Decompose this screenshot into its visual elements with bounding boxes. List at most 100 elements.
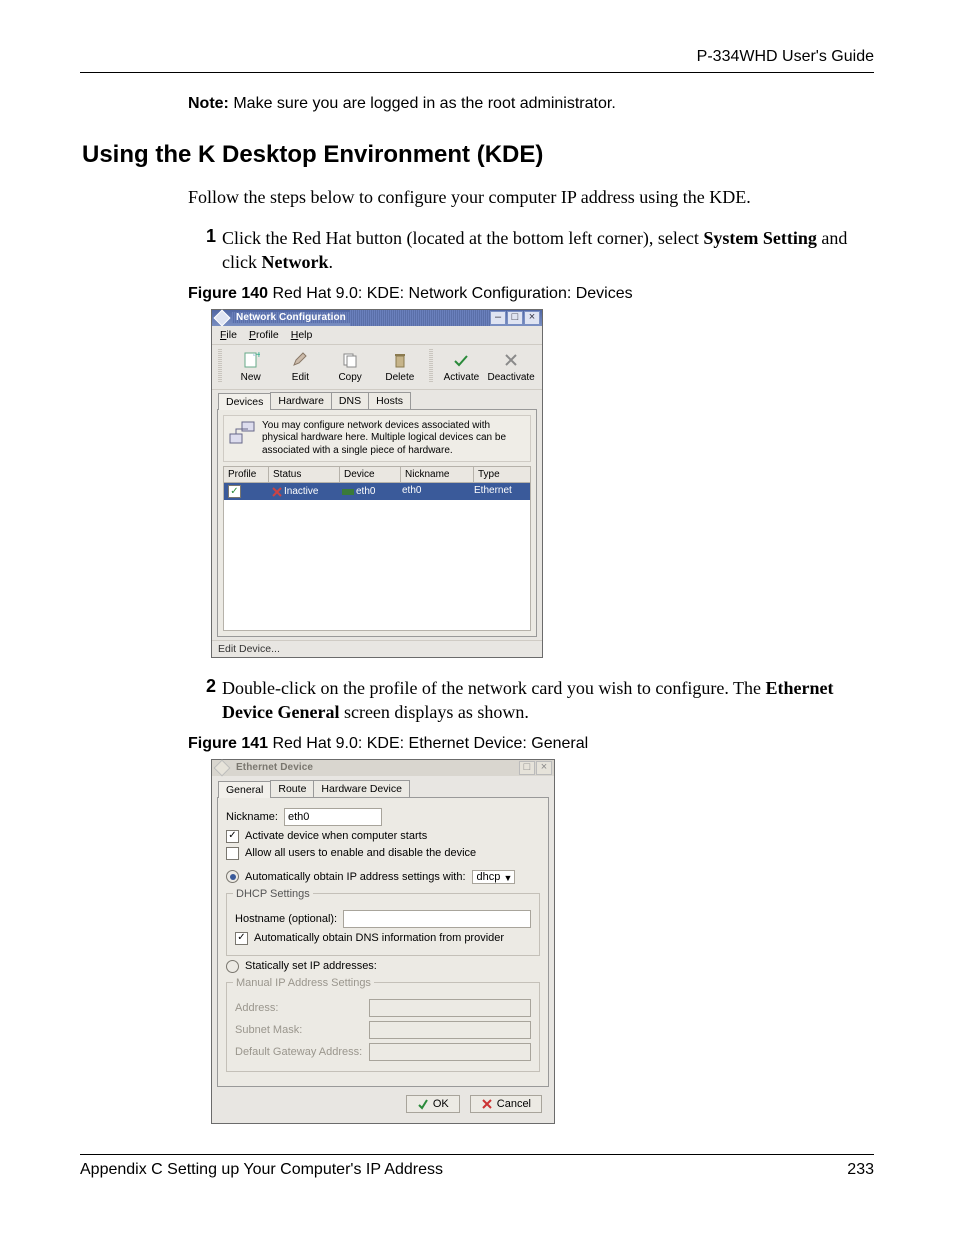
ok-check-icon (417, 1098, 429, 1110)
table-empty-area[interactable] (224, 500, 530, 630)
col-nickname[interactable]: Nickname (401, 467, 474, 482)
static-ip-radio[interactable] (226, 960, 239, 973)
toolbar-new[interactable]: + New (226, 349, 276, 383)
toolbar-edit[interactable]: Edit (276, 349, 326, 383)
step-bold: System Setting (703, 228, 817, 248)
toolbar-deactivate[interactable]: Deactivate (486, 349, 536, 383)
gateway-label: Default Gateway Address: (235, 1046, 363, 1058)
hostname-label: Hostname (optional): (235, 913, 337, 925)
menu-help[interactable]: Help (291, 329, 313, 341)
figure-caption: Figure 140 Red Hat 9.0: KDE: Network Con… (188, 285, 874, 303)
tab-hosts[interactable]: Hosts (368, 392, 411, 409)
step-body: Click the Red Hat button (located at the… (222, 226, 874, 275)
toolbar-delete[interactable]: Delete (375, 349, 425, 383)
activate-on-boot-label: Activate device when computer starts (245, 830, 427, 842)
page-number: 233 (847, 1161, 874, 1179)
dhcp-settings-legend: DHCP Settings (233, 888, 313, 900)
allow-all-users-label: Allow all users to enable and disable th… (245, 847, 476, 859)
minimize-button[interactable]: – (490, 311, 506, 325)
col-status[interactable]: Status (269, 467, 340, 482)
tab-dns[interactable]: DNS (331, 392, 369, 409)
menubar: File Profile Help (212, 326, 542, 345)
auto-ip-radio[interactable] (226, 870, 239, 883)
address-input (369, 999, 531, 1017)
cell-status: Inactive (284, 486, 318, 497)
static-ip-label: Statically set IP addresses: (245, 960, 377, 972)
figure-caption: Figure 141 Red Hat 9.0: KDE: Ethernet De… (188, 735, 874, 753)
dhcp-dropdown-value: dhcp (477, 871, 501, 883)
devices-table[interactable]: Profile Status Device Nickname Type ✓ In… (223, 466, 531, 631)
footer-left: Appendix C Setting up Your Computer's IP… (80, 1161, 443, 1179)
info-box: You may configure network devices associ… (223, 415, 531, 463)
tab-panel-general: Nickname: ✓ Activate device when compute… (217, 797, 549, 1087)
profile-checkbox-icon[interactable]: ✓ (228, 485, 241, 498)
cell-device: eth0 (356, 486, 375, 497)
copy-icon (325, 349, 375, 371)
delete-icon (375, 349, 425, 371)
hostname-input[interactable] (343, 910, 531, 928)
manual-ip-group: Manual IP Address Settings Address: Subn… (226, 977, 540, 1072)
col-type[interactable]: Type (474, 467, 530, 482)
lead-paragraph: Follow the steps below to configure your… (188, 187, 874, 208)
nic-icon (342, 487, 354, 497)
address-label: Address: (235, 1002, 363, 1014)
network-devices-icon (228, 420, 256, 448)
menu-file[interactable]: File (220, 329, 237, 341)
tab-devices[interactable]: Devices (218, 393, 271, 410)
cancel-button[interactable]: Cancel (470, 1095, 542, 1113)
step-body: Double-click on the profile of the netwo… (222, 676, 874, 725)
header-rule (80, 72, 874, 73)
tab-general[interactable]: General (218, 781, 271, 798)
titlebar[interactable]: Network Configuration – □ × (212, 310, 542, 326)
step-number: 1 (188, 226, 216, 275)
step-text: screen displays as shown. (339, 702, 528, 722)
table-header: Profile Status Device Nickname Type (224, 467, 530, 483)
figure-label: Figure 141 (188, 735, 268, 752)
table-row[interactable]: ✓ Inactive eth0 eth0 Ethernet (224, 483, 530, 500)
close-button[interactable]: × (536, 761, 552, 775)
step-text: . (328, 252, 333, 272)
dhcp-settings-group: DHCP Settings Hostname (optional): ✓ Aut… (226, 888, 540, 956)
dialog-button-bar: OK Cancel (216, 1087, 550, 1117)
cell-type: Ethernet (470, 483, 530, 500)
col-profile[interactable]: Profile (224, 467, 269, 482)
menu-profile[interactable]: Profile (249, 329, 279, 341)
cell-nickname: eth0 (398, 483, 470, 500)
chevron-down-icon: ▼ (503, 873, 512, 883)
maximize-button[interactable]: □ (507, 311, 523, 325)
dhcp-dropdown[interactable]: dhcp ▼ (472, 870, 516, 884)
subnet-mask-input (369, 1021, 531, 1039)
toolbar-grip[interactable] (218, 349, 222, 383)
tab-route[interactable]: Route (270, 780, 314, 797)
deactivate-icon (486, 349, 536, 371)
figure-caption-text: Red Hat 9.0: KDE: Ethernet Device: Gener… (268, 735, 588, 752)
tabs: Devices Hardware DNS Hosts (212, 392, 542, 409)
close-button[interactable]: × (524, 311, 540, 325)
maximize-button[interactable]: □ (519, 761, 535, 775)
activate-icon (437, 349, 487, 371)
window-title: Network Configuration (232, 312, 350, 323)
figure-label: Figure 140 (188, 285, 268, 302)
window-menu-icon[interactable] (214, 759, 231, 776)
tab-panel-devices: You may configure network devices associ… (217, 409, 537, 638)
note-line: Note: Make sure you are logged in as the… (188, 95, 874, 113)
col-device[interactable]: Device (340, 467, 401, 482)
statusbar: Edit Device... (212, 640, 542, 657)
activate-on-boot-checkbox[interactable]: ✓ (226, 830, 239, 843)
window-menu-icon[interactable] (214, 309, 231, 326)
toolbar-grip[interactable] (429, 349, 433, 383)
titlebar[interactable]: Ethernet Device □ × (212, 760, 554, 776)
window-title: Ethernet Device (232, 762, 317, 773)
tab-hardware[interactable]: Hardware (270, 392, 332, 409)
note-text: Make sure you are logged in as the root … (229, 95, 616, 112)
nickname-input[interactable] (284, 808, 382, 826)
toolbar-copy[interactable]: Copy (325, 349, 375, 383)
toolbar-activate[interactable]: Activate (437, 349, 487, 383)
allow-all-users-checkbox[interactable] (226, 847, 239, 860)
auto-dns-checkbox[interactable]: ✓ (235, 932, 248, 945)
tab-hardware-device[interactable]: Hardware Device (313, 780, 410, 797)
step-text: Double-click on the profile of the netwo… (222, 678, 766, 698)
ok-button[interactable]: OK (406, 1095, 460, 1113)
toolbar: + New Edit Copy Delete (212, 345, 542, 390)
subnet-mask-label: Subnet Mask: (235, 1024, 363, 1036)
